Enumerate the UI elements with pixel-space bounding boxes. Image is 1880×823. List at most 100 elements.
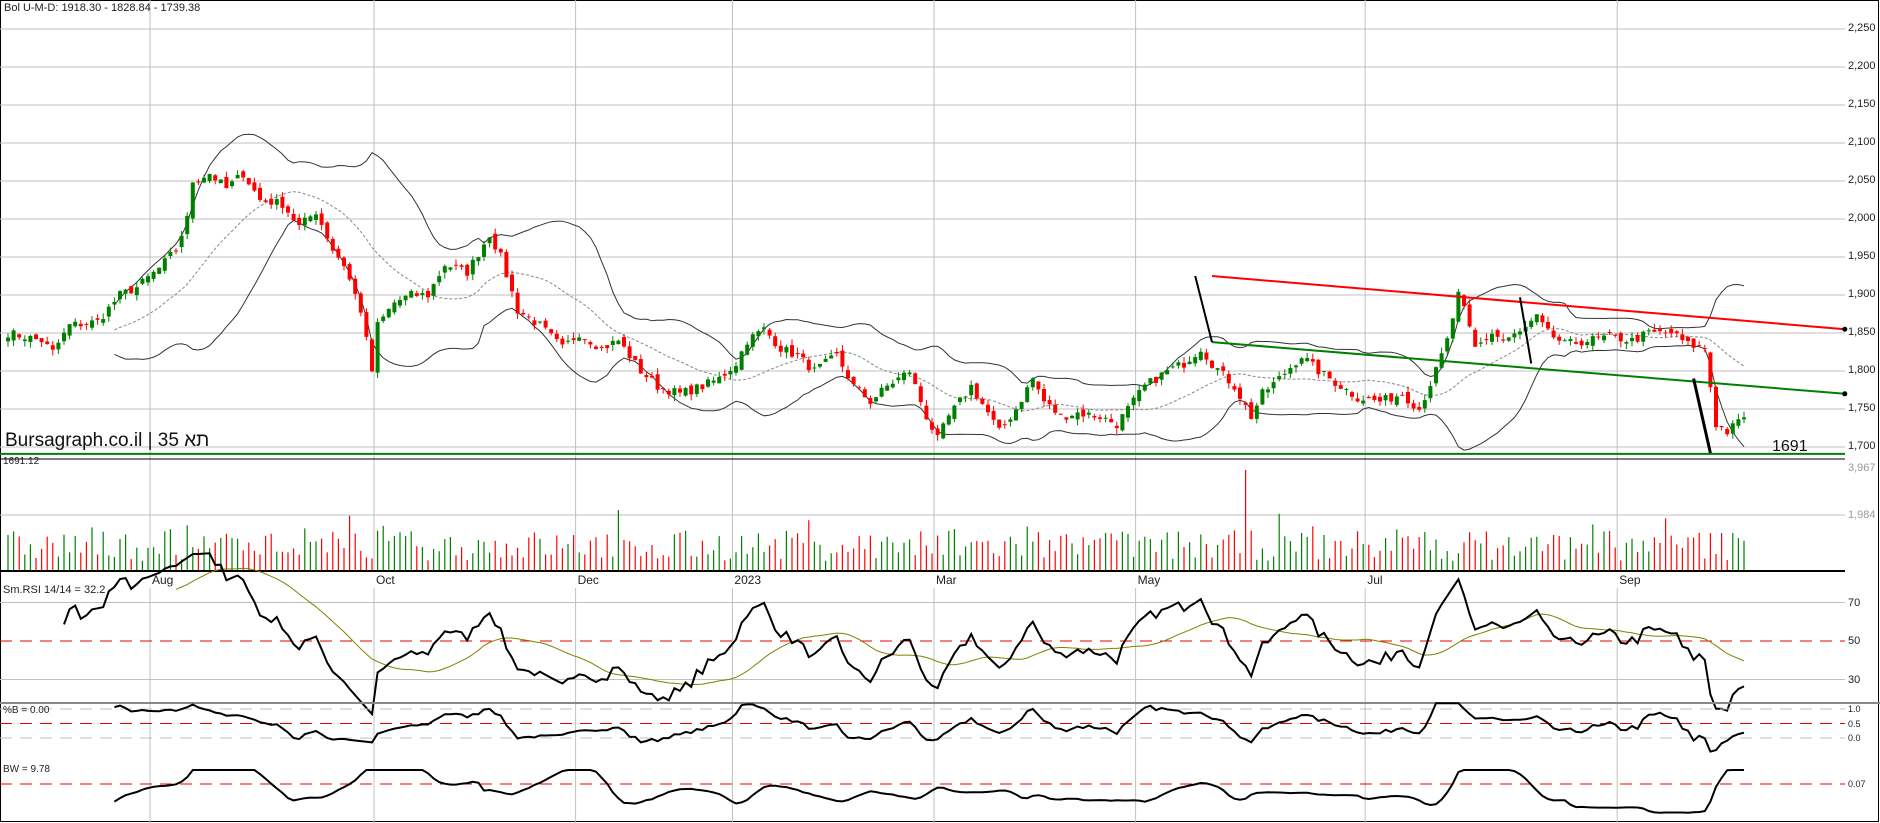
candle-body — [924, 405, 929, 420]
candle-body — [62, 332, 66, 342]
candle-body — [34, 334, 38, 340]
candle-body — [857, 387, 862, 389]
candle-body — [700, 384, 705, 390]
candle-body — [767, 329, 772, 336]
candle-body — [1467, 304, 1472, 327]
candle-body — [1574, 342, 1578, 344]
candle-body — [1243, 402, 1248, 405]
candle-body — [902, 372, 906, 381]
candle-body — [162, 258, 167, 271]
candle-body — [762, 327, 766, 330]
candle-body — [1098, 417, 1102, 420]
candle-body — [274, 199, 279, 205]
candle-body — [297, 217, 302, 226]
candle-body — [1551, 330, 1556, 338]
candle-body — [1025, 387, 1030, 402]
candle-body — [1641, 331, 1646, 342]
candle-body — [1697, 345, 1702, 347]
candle-body — [1042, 388, 1046, 402]
candle-body — [106, 306, 111, 317]
candle-body — [868, 398, 873, 404]
candle-body — [73, 321, 78, 327]
candle-body — [370, 339, 374, 372]
candle-body — [1221, 366, 1226, 371]
candle-body — [1053, 404, 1058, 413]
candle-body — [1019, 401, 1024, 410]
candle-body — [482, 244, 486, 257]
candle-body — [90, 320, 94, 328]
candle-body — [308, 216, 313, 222]
candle-body — [885, 385, 890, 391]
candle-body — [146, 276, 150, 283]
candle-body — [1434, 367, 1438, 384]
candle-body — [526, 316, 531, 318]
bandwidth-label: BW = 9.78 — [3, 764, 50, 775]
candle-body — [952, 405, 957, 419]
candle-body — [974, 383, 979, 399]
candle-body — [1490, 333, 1494, 342]
chart-border — [0, 0, 1879, 822]
candle-body — [1624, 342, 1629, 344]
candle-body — [442, 266, 447, 273]
candle-body — [246, 177, 251, 185]
candle-body — [1030, 378, 1035, 388]
candle-body — [45, 341, 50, 345]
candle-body — [896, 377, 901, 381]
candle-body — [1383, 394, 1388, 401]
price-tick-label: 1,950 — [1848, 250, 1876, 262]
candle-body — [980, 398, 985, 404]
candle-body — [95, 318, 100, 320]
candle-body — [330, 239, 335, 251]
month-label: May — [1137, 573, 1161, 587]
candle-body — [1058, 413, 1063, 415]
price-tick-label: 1,750 — [1848, 402, 1876, 414]
candle-body — [1473, 329, 1478, 347]
price-tick-label: 1,800 — [1848, 364, 1876, 376]
candle-body — [1725, 428, 1730, 435]
candle-body — [1282, 373, 1287, 375]
pb-tick-0: 0.0 — [1848, 733, 1861, 743]
price-chart — [0, 0, 1880, 823]
candle-body — [17, 334, 22, 338]
candle-body — [118, 291, 122, 300]
candle-body — [358, 293, 363, 313]
candle-body — [84, 323, 89, 325]
candle-body — [946, 415, 951, 425]
candle-body — [1305, 358, 1310, 361]
candle-body — [510, 274, 514, 292]
candle-body — [487, 237, 492, 244]
candle-body — [375, 322, 380, 373]
candle-body — [263, 200, 268, 202]
candle-body — [78, 323, 83, 327]
candle-body — [1254, 405, 1259, 419]
candle-body — [1501, 339, 1506, 341]
candle-body — [1131, 397, 1136, 406]
candle-body — [722, 373, 727, 376]
candle-body — [930, 422, 934, 430]
candle-body — [1350, 392, 1354, 397]
candle-body — [218, 179, 223, 184]
candle-body — [134, 287, 139, 296]
candle-body — [112, 301, 117, 305]
candle-body — [465, 264, 470, 276]
candle-body — [1557, 336, 1562, 341]
candle-body — [202, 177, 206, 183]
candle-body — [459, 265, 464, 267]
candle-body — [1277, 376, 1282, 380]
candle-body — [1585, 342, 1590, 346]
candle-body — [347, 264, 352, 280]
price-tick-label: 2,250 — [1848, 22, 1876, 34]
candle-body — [997, 419, 1002, 428]
candle-body — [476, 257, 481, 262]
rsi-line — [63, 552, 1745, 717]
candle-body — [1154, 376, 1158, 383]
candle-body — [498, 248, 503, 253]
candle-body — [252, 182, 257, 191]
trendline-resistance — [1211, 275, 1845, 331]
candle-body — [493, 233, 498, 250]
month-label: Aug — [152, 573, 174, 587]
candle-body — [1081, 409, 1086, 417]
candle-body — [235, 175, 240, 179]
candle-body — [627, 346, 632, 359]
candle-body — [1215, 368, 1220, 370]
